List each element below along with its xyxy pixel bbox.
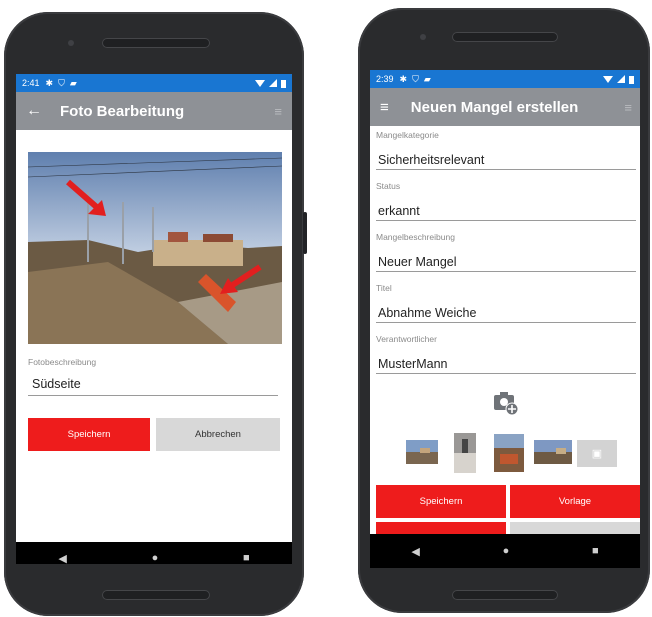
description-underline bbox=[376, 271, 636, 272]
front-camera bbox=[420, 34, 426, 40]
responsible-input[interactable]: MusterMann bbox=[378, 357, 447, 371]
photo-thumbnail[interactable] bbox=[454, 433, 476, 473]
category-label: Mangelkategorie bbox=[376, 130, 439, 140]
navigation-bar: ◀ ● ■ bbox=[16, 542, 292, 564]
volume-button[interactable] bbox=[303, 212, 307, 254]
screen-right: 2:39 ✱ ⛉ ▰ ≡ Neuen Mangel erstellen ≡ Ma… bbox=[370, 70, 640, 568]
camera-add-icon[interactable] bbox=[492, 390, 520, 416]
front-camera bbox=[68, 40, 74, 46]
template-button[interactable]: Vorlage bbox=[510, 485, 640, 518]
photo-thumbnail[interactable] bbox=[406, 440, 438, 464]
shield-status-icon: ⛉ bbox=[412, 73, 419, 84]
bottom-speaker bbox=[452, 590, 558, 600]
signal-icon bbox=[617, 75, 625, 83]
status-input[interactable]: erkannt bbox=[378, 204, 420, 218]
title-underline bbox=[376, 322, 636, 323]
description-input[interactable]: Südseite bbox=[32, 377, 81, 391]
photo-thumbnail[interactable] bbox=[494, 434, 524, 472]
description-label: Fotobeschreibung bbox=[28, 357, 97, 367]
phone-right: 2:39 ✱ ⛉ ▰ ≡ Neuen Mangel erstellen ≡ Ma… bbox=[358, 8, 650, 613]
battery-icon bbox=[281, 79, 286, 88]
photo-thumbnail[interactable] bbox=[534, 440, 572, 464]
description-input[interactable]: Neuer Mangel bbox=[378, 255, 457, 269]
wifi-icon bbox=[603, 76, 613, 83]
hamburger-icon[interactable]: ≡ bbox=[380, 99, 389, 116]
shield-status-icon: ⛉ bbox=[58, 77, 65, 88]
earpiece bbox=[102, 38, 210, 48]
title-input[interactable]: Abnahme Weiche bbox=[378, 306, 476, 320]
photo-placeholder-thumbnail[interactable]: ▣ bbox=[577, 440, 617, 467]
sdcard-status-icon: ▰ bbox=[423, 73, 431, 84]
status-time: 2:39 bbox=[376, 74, 394, 84]
sdcard-status-icon: ▰ bbox=[69, 77, 77, 88]
back-nav-icon[interactable]: ◀ bbox=[58, 552, 66, 565]
status-bar: 2:39 ✱ ⛉ ▰ bbox=[370, 70, 640, 88]
settings-status-icon: ✱ bbox=[45, 77, 54, 88]
title-label: Titel bbox=[376, 283, 392, 293]
responsible-underline bbox=[376, 373, 636, 374]
category-underline bbox=[376, 169, 636, 170]
status-label: Status bbox=[376, 181, 401, 191]
status-bar: 2:41 ✱ ⛉ ▰ bbox=[16, 74, 292, 92]
home-nav-icon[interactable]: ● bbox=[152, 552, 159, 564]
signal-icon bbox=[269, 79, 277, 87]
save-button[interactable]: Speichern bbox=[28, 418, 150, 451]
home-nav-icon[interactable]: ● bbox=[503, 545, 510, 557]
overflow-menu-icon[interactable]: ≡ bbox=[624, 100, 632, 115]
photo[interactable] bbox=[28, 152, 282, 344]
settings-status-icon: ✱ bbox=[399, 73, 408, 84]
screen-left: 2:41 ✱ ⛉ ▰ ← Foto Bearbeitung ≡ Fotobesc… bbox=[16, 74, 292, 564]
back-arrow-icon[interactable]: ← bbox=[26, 102, 46, 120]
menu-icon[interactable]: ≡ bbox=[274, 104, 282, 119]
cancel-button[interactable]: Abbrechen bbox=[156, 418, 280, 451]
description-underline bbox=[28, 395, 278, 396]
status-underline bbox=[376, 220, 636, 221]
recents-nav-icon[interactable]: ■ bbox=[592, 545, 599, 557]
app-bar: ≡ Neuen Mangel erstellen ≡ bbox=[370, 88, 640, 126]
responsible-label: Verantwortlicher bbox=[376, 334, 437, 344]
page-title: Foto Bearbeitung bbox=[60, 102, 185, 120]
description-label: Mangelbeschreibung bbox=[376, 232, 455, 242]
image-placeholder-icon: ▣ bbox=[591, 448, 603, 460]
construction-photo bbox=[28, 152, 282, 344]
phone-left: 2:41 ✱ ⛉ ▰ ← Foto Bearbeitung ≡ Fotobesc… bbox=[4, 12, 307, 616]
save-button[interactable]: Speichern bbox=[376, 485, 506, 518]
bottom-speaker bbox=[102, 590, 210, 600]
battery-icon bbox=[629, 75, 634, 84]
category-input[interactable]: Sicherheitsrelevant bbox=[378, 153, 484, 167]
page-title: Neuen Mangel erstellen bbox=[410, 98, 579, 116]
wifi-icon bbox=[255, 80, 265, 87]
back-nav-icon[interactable]: ◀ bbox=[411, 545, 419, 558]
app-bar: ← Foto Bearbeitung ≡ bbox=[16, 92, 292, 130]
navigation-bar: ◀ ● ■ bbox=[370, 534, 640, 568]
earpiece bbox=[452, 32, 558, 42]
recents-nav-icon[interactable]: ■ bbox=[243, 552, 250, 564]
status-time: 2:41 bbox=[22, 78, 40, 88]
